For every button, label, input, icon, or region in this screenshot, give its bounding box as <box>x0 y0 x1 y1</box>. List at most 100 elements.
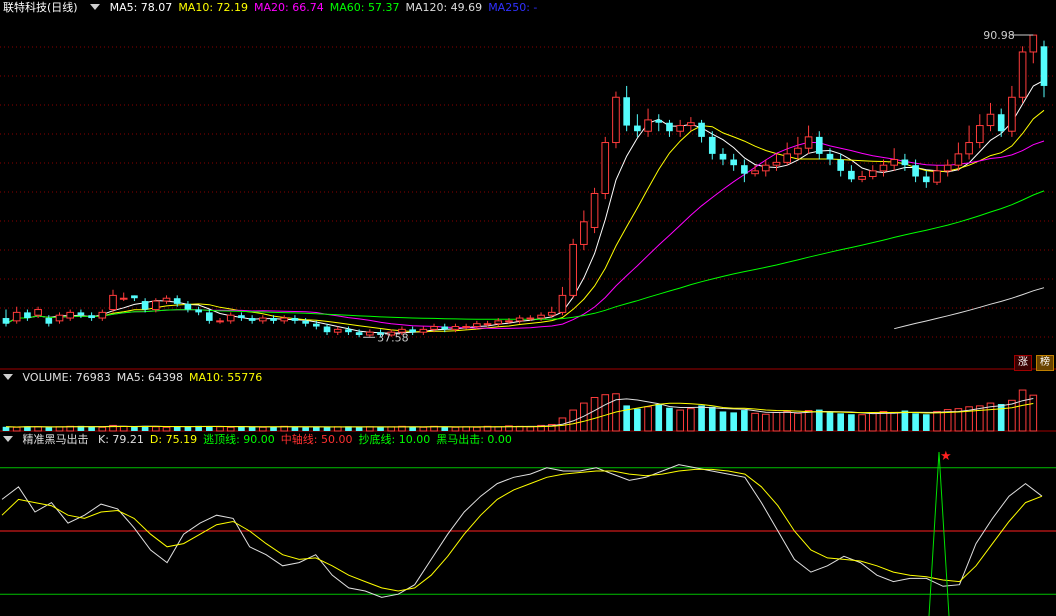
candle-down <box>313 323 320 327</box>
candle-up <box>547 311 556 316</box>
ma-legend-item: MA60: 57.37 <box>329 1 400 14</box>
candle-down <box>238 315 245 319</box>
main-price-pane: 90.98 37.58 联特科技(日线) MA5: 78.07 MA10: 72.1… <box>0 0 1056 371</box>
d-line <box>1 468 1043 592</box>
candle-down <box>24 312 31 319</box>
volume-bar <box>590 396 599 432</box>
volume-bar <box>377 427 384 431</box>
candle-up <box>462 326 470 329</box>
ma-legend-item: MA10: 72.19 <box>178 1 249 14</box>
ma60-line <box>5 190 1045 325</box>
volume-pane: VOLUME: 76983 MA5: 64398 MA10: 55776 <box>0 370 1056 432</box>
candle-down <box>206 312 213 321</box>
low-price-label: 37.58 <box>377 331 409 344</box>
candle-down <box>131 295 138 299</box>
kd-indicator-chart[interactable]: ★ <box>0 432 1056 616</box>
volume-bar <box>698 405 705 431</box>
dropdown-arrow-icon[interactable] <box>90 4 101 10</box>
candle-up <box>66 311 75 319</box>
candle-up <box>761 164 770 172</box>
candle-up <box>890 159 899 166</box>
candle-up <box>687 122 695 127</box>
candle-up <box>12 311 21 322</box>
volume-bar <box>634 408 641 431</box>
volume-bar <box>291 426 299 431</box>
volume-bar <box>975 405 984 432</box>
candle-up <box>473 323 481 328</box>
volume-bar <box>88 426 95 431</box>
candle-up <box>868 170 877 178</box>
volume-legend-item: VOLUME: 76983 <box>22 371 111 384</box>
candle-down <box>901 159 909 166</box>
volume-bar <box>270 426 277 431</box>
volume-legend-item: MA5: 64398 <box>116 371 183 384</box>
ma-legend: MA5: 78.07 MA10: 72.19 MA20: 66.74 MA60: 57… <box>110 1 544 14</box>
candle-down <box>997 114 1005 132</box>
candle-up <box>366 331 374 336</box>
candle-up <box>483 323 492 326</box>
volume-bar <box>804 410 813 432</box>
candle-up <box>580 221 588 245</box>
candle-down <box>195 309 202 313</box>
volume-bar <box>226 426 235 432</box>
candle-up <box>98 311 107 319</box>
candle-up <box>590 192 599 228</box>
badge-zhang[interactable]: 涨 <box>1014 355 1032 371</box>
volume-bar <box>34 426 42 432</box>
candle-up <box>119 297 128 300</box>
candlestick-chart[interactable]: 90.98 37.58 <box>0 0 1056 370</box>
candle-down <box>302 320 309 324</box>
candle-up <box>1018 51 1027 98</box>
stock-title: 联特科技(日线) <box>3 1 78 14</box>
candle-up <box>430 326 438 330</box>
volume-ma10-line <box>5 402 1034 428</box>
candle-up <box>858 176 866 180</box>
candle-up <box>1008 96 1016 132</box>
candle-down <box>912 165 919 177</box>
candle-up <box>162 297 171 302</box>
volume-bar <box>848 414 855 431</box>
candle-down <box>826 153 834 160</box>
volume-bar <box>751 412 759 432</box>
volume-bar <box>366 426 374 432</box>
volume-bar <box>890 411 899 432</box>
candle-up <box>280 317 289 322</box>
candle-down <box>730 159 737 166</box>
ma20-line <box>5 140 1045 329</box>
badge-bang[interactable]: 榜 <box>1036 355 1054 371</box>
dropdown-arrow-icon[interactable] <box>3 374 13 380</box>
volume-legend: VOLUME: 76983 MA5: 64398 MA10: 55776 <box>23 371 269 384</box>
candle-up <box>34 309 42 316</box>
candle-up <box>419 328 428 333</box>
volume-bar <box>837 413 844 431</box>
volume-bar <box>473 426 481 432</box>
volume-bar <box>601 394 610 432</box>
candle-up <box>259 317 267 322</box>
volume-bar <box>772 411 781 432</box>
candle-up <box>1029 34 1038 53</box>
volume-bar <box>730 412 737 431</box>
candle-up <box>451 326 460 330</box>
candle-up <box>537 314 545 319</box>
ma-legend-item: MA120: 49.69 <box>405 1 483 14</box>
candle-down <box>248 318 256 321</box>
indicator-pane: ★ 精准黑马出击 K: 79.21 D: 75.19 逃顶线: 90.00 中轴线: … <box>0 432 1056 616</box>
candle-up <box>558 294 567 313</box>
volume-bar <box>162 426 171 432</box>
volume-bar <box>302 427 309 431</box>
candle-down <box>741 165 748 174</box>
volume-bar <box>45 427 53 431</box>
candle-down <box>837 159 844 171</box>
dropdown-arrow-icon[interactable] <box>3 436 13 442</box>
candle-down <box>173 298 181 304</box>
candle-down <box>345 329 352 333</box>
main-header: 联特科技(日线) MA5: 78.07 MA10: 72.19 MA20: 66.7… <box>0 0 549 16</box>
volume-bar <box>184 426 192 431</box>
volume-bar <box>248 426 256 431</box>
volume-bar <box>868 412 877 432</box>
indicator-legend-item: 抄底线: 10.00 <box>358 433 431 446</box>
volume-bar <box>98 426 107 432</box>
volume-bar <box>526 426 535 432</box>
indicator-header: 精准黑马出击 K: 79.21 D: 75.19 逃顶线: 90.00 中轴线: 50… <box>0 432 524 448</box>
volume-bar <box>676 409 684 432</box>
